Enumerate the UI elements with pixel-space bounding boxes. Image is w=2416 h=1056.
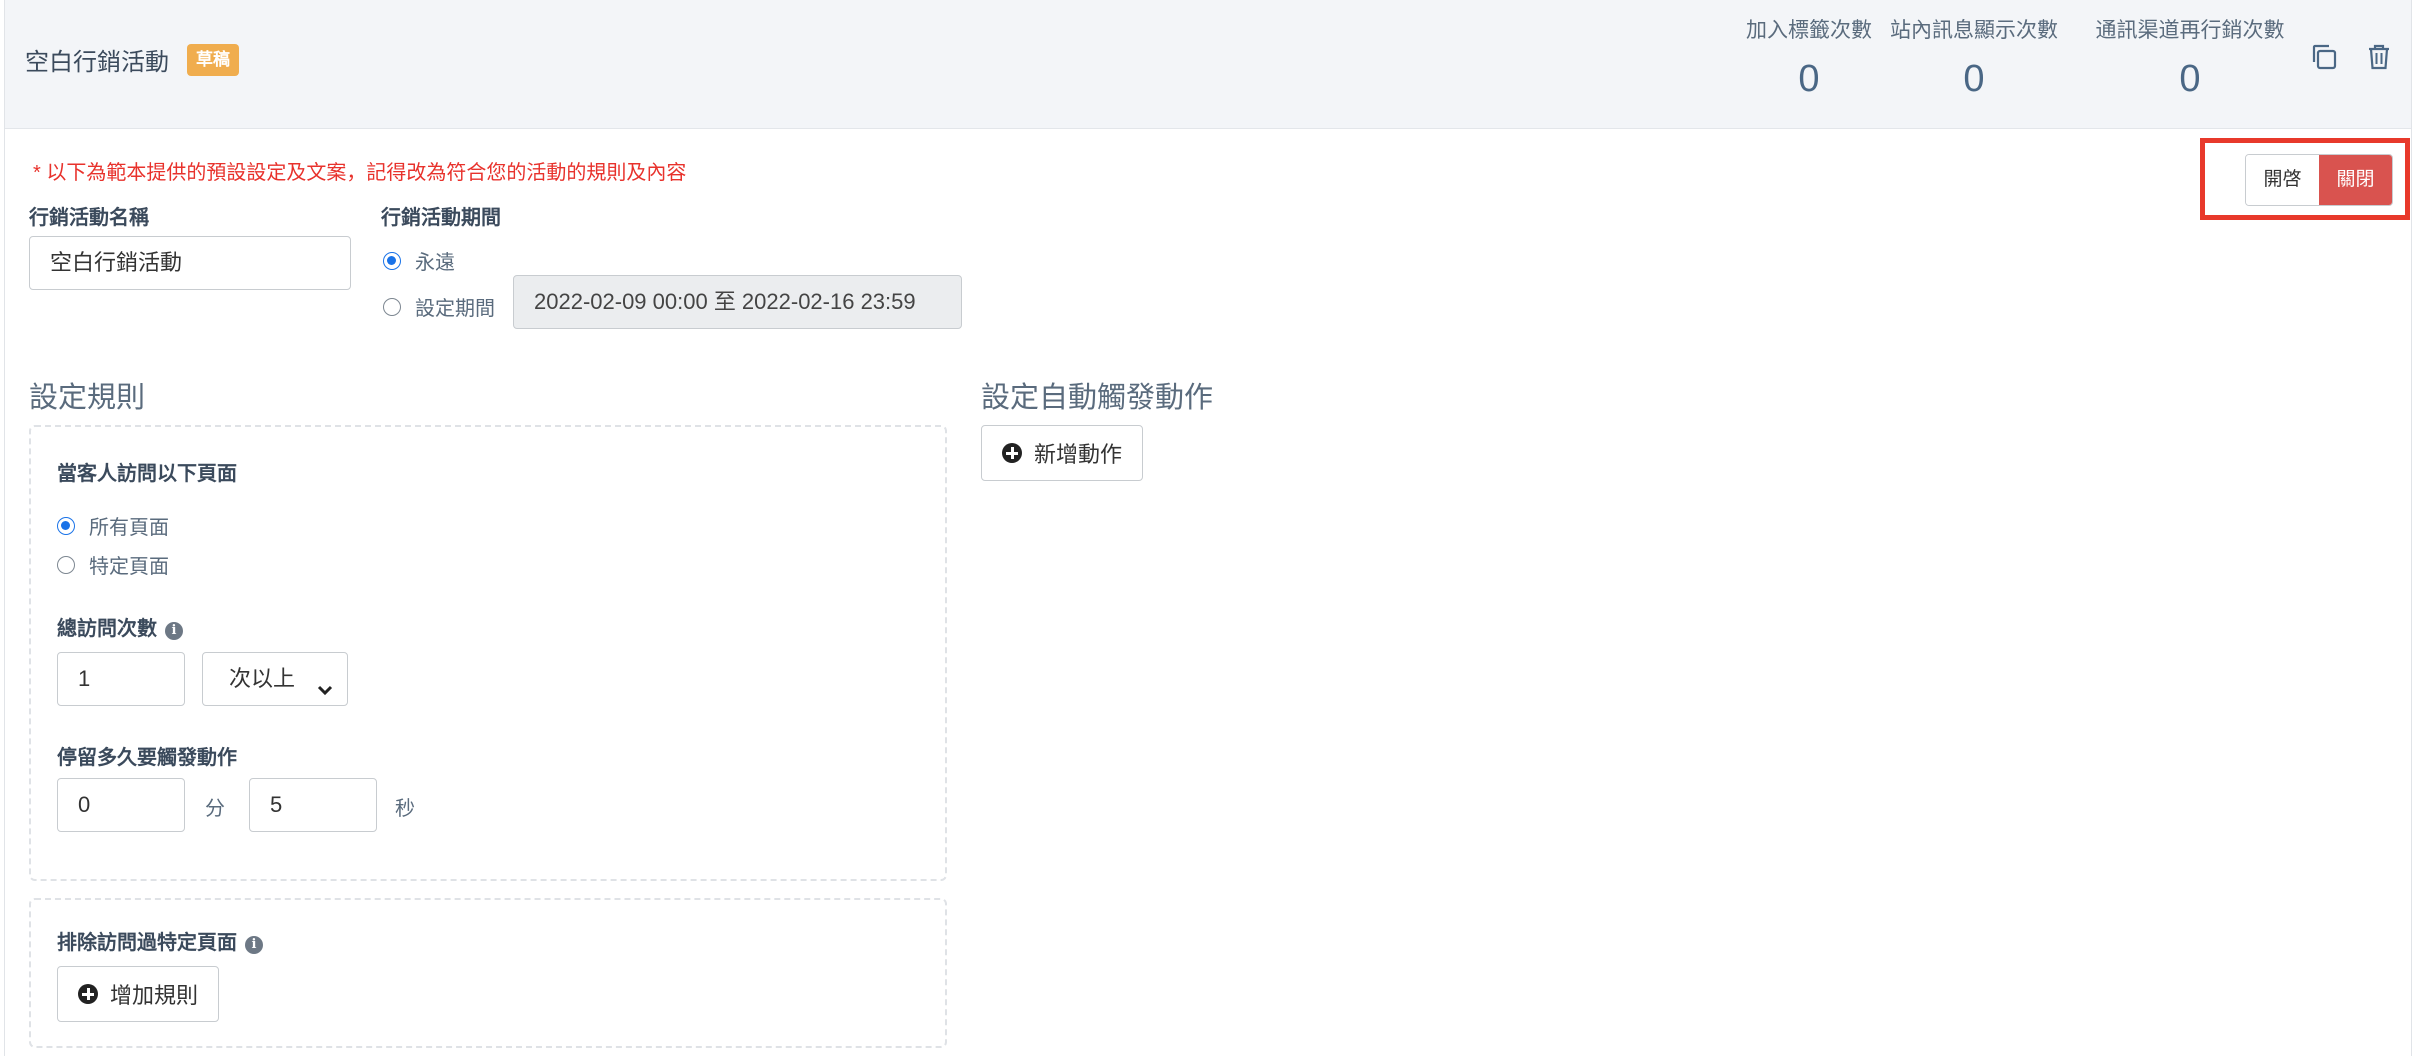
total-visits-label: 總訪問次數 i — [57, 612, 183, 641]
minutes-unit: 分 — [205, 798, 225, 820]
campaign-name-input[interactable]: 空白行銷活動 — [29, 236, 351, 290]
toggle-on-button[interactable]: 開啓 — [2246, 155, 2319, 205]
info-icon[interactable]: i — [165, 622, 183, 640]
exclude-pages-label-text: 排除訪問過特定頁面 — [57, 932, 237, 954]
seconds-unit: 秒 — [395, 798, 415, 820]
all-pages-radio[interactable]: 所有頁面 — [57, 511, 169, 540]
campaign-card: 空白行銷活動 草稿 加入標籤次數 0 站內訊息顯示次數 0 通訊渠道再行銷次數 … — [4, 0, 2412, 1056]
campaign-name-label: 行銷活動名稱 — [29, 207, 149, 229]
stat-label: 加入標籤次數 — [1746, 19, 1872, 42]
period-range-radio[interactable]: 設定期間 — [383, 292, 495, 321]
add-action-button[interactable]: 新增動作 — [981, 425, 1144, 481]
radio-checked-icon — [57, 516, 75, 535]
exclude-pages-box: 排除訪問過特定頁面 i 增加規則 — [29, 898, 947, 1048]
stay-duration-label: 停留多久要觸發動作 — [57, 747, 237, 769]
plus-circle-icon — [1002, 443, 1022, 463]
radio-label: 永遠 — [415, 252, 455, 274]
actions-section-title: 設定自動觸發動作 — [981, 382, 1214, 414]
stat-label: 站內訊息顯示次數 — [1890, 19, 2058, 42]
total-visits-select-value: 次以上 — [229, 666, 296, 691]
stay-seconds-input[interactable]: 5 — [249, 778, 377, 832]
status-badge: 草稿 — [187, 44, 239, 76]
specific-pages-radio[interactable]: 特定頁面 — [57, 550, 169, 579]
stat-value: 0 — [2179, 58, 2201, 100]
total-visits-label-text: 總訪問次數 — [57, 618, 157, 640]
period-forever-radio[interactable]: 永遠 — [383, 246, 455, 275]
radio-unchecked-icon — [57, 555, 75, 574]
radio-label: 特定頁面 — [89, 556, 169, 578]
stay-minutes-input[interactable]: 0 — [57, 778, 185, 832]
exclude-pages-label: 排除訪問過特定頁面 i — [57, 926, 263, 955]
chevron-down-icon — [315, 667, 335, 719]
radio-label: 所有頁面 — [89, 517, 169, 539]
visit-pages-label: 當客人訪問以下頁面 — [57, 463, 237, 485]
campaign-period-label: 行銷活動期間 — [381, 207, 501, 229]
stat-value: 0 — [1798, 58, 1820, 100]
total-visits-select[interactable]: 次以上 — [202, 652, 348, 706]
toggle-off-button[interactable]: 關閉 — [2319, 155, 2392, 205]
template-notice: * 以下為範本提供的預設設定及文案，記得改為符合您的活動的規則及內容 — [33, 162, 687, 184]
add-rule-button[interactable]: 增加規則 — [57, 966, 220, 1022]
trash-icon[interactable] — [2362, 40, 2396, 74]
radio-unchecked-icon — [383, 297, 401, 316]
add-action-button-label: 新增動作 — [1034, 442, 1123, 467]
stat-value: 0 — [1963, 58, 1985, 100]
visit-rules-box: 當客人訪問以下頁面 所有頁面 特定頁面 總訪問次數 i 1 次以上 停留多久要觸發… — [29, 425, 947, 881]
rules-section-title: 設定規則 — [29, 382, 146, 414]
plus-circle-icon — [78, 984, 98, 1004]
total-visits-input[interactable]: 1 — [57, 652, 185, 706]
copy-icon[interactable] — [2307, 40, 2341, 74]
period-range-input[interactable]: 2022-02-09 00:00 至 2022-02-16 23:59 — [513, 275, 962, 329]
stat-label: 通訊渠道再行銷次數 — [2095, 19, 2285, 42]
campaign-title: 空白行銷活動 — [25, 49, 169, 76]
campaign-toggle: 開啓 關閉 — [2245, 154, 2393, 206]
stat-message-count: 站內訊息顯示次數 0 — [1879, 14, 2069, 101]
campaign-header: 空白行銷活動 草稿 加入標籤次數 0 站內訊息顯示次數 0 通訊渠道再行銷次數 … — [5, 0, 2411, 129]
stat-tag-count: 加入標籤次數 0 — [1719, 14, 1899, 101]
stat-remarketing-count: 通訊渠道再行銷次數 0 — [2085, 14, 2295, 101]
radio-checked-icon — [383, 251, 401, 270]
add-rule-button-label: 增加規則 — [110, 983, 199, 1008]
radio-label: 設定期間 — [415, 298, 495, 320]
info-icon[interactable]: i — [245, 936, 263, 954]
